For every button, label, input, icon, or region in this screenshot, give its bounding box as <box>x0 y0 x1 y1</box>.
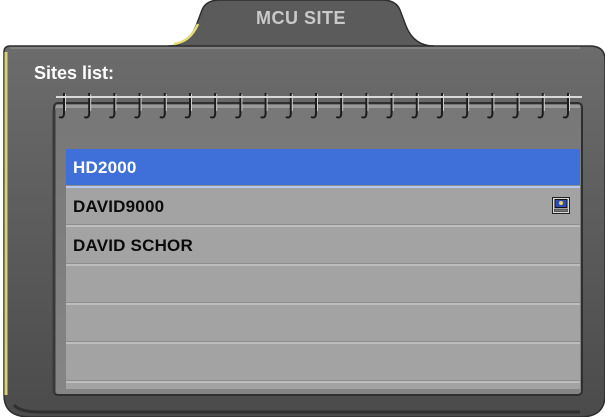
mcu-site-window: MCU SITE Sites list: HD2000 DAVID9000 DA… <box>0 0 605 417</box>
window-title: MCU SITE <box>255 8 346 28</box>
monitor-icon <box>552 197 570 214</box>
site-name: HD2000 <box>73 157 137 177</box>
site-name: DAVID9000 <box>73 196 165 216</box>
notebook-rings <box>56 93 582 119</box>
site-name: DAVID SCHOR <box>73 235 193 255</box>
sites-list-label: Sites list: <box>34 63 115 83</box>
site-row-empty[interactable] <box>66 305 580 344</box>
site-row-david9000[interactable]: DAVID9000 <box>66 188 580 227</box>
site-row-hd2000[interactable]: HD2000 <box>66 149 580 188</box>
window-title-tab: MCU SITE <box>168 0 434 46</box>
sites-list[interactable]: HD2000 DAVID9000 DAVID SCHOR <box>66 149 580 389</box>
site-row-empty[interactable] <box>66 344 580 383</box>
site-row-david-schor[interactable]: DAVID SCHOR <box>66 227 580 266</box>
site-row-empty[interactable] <box>66 266 580 305</box>
